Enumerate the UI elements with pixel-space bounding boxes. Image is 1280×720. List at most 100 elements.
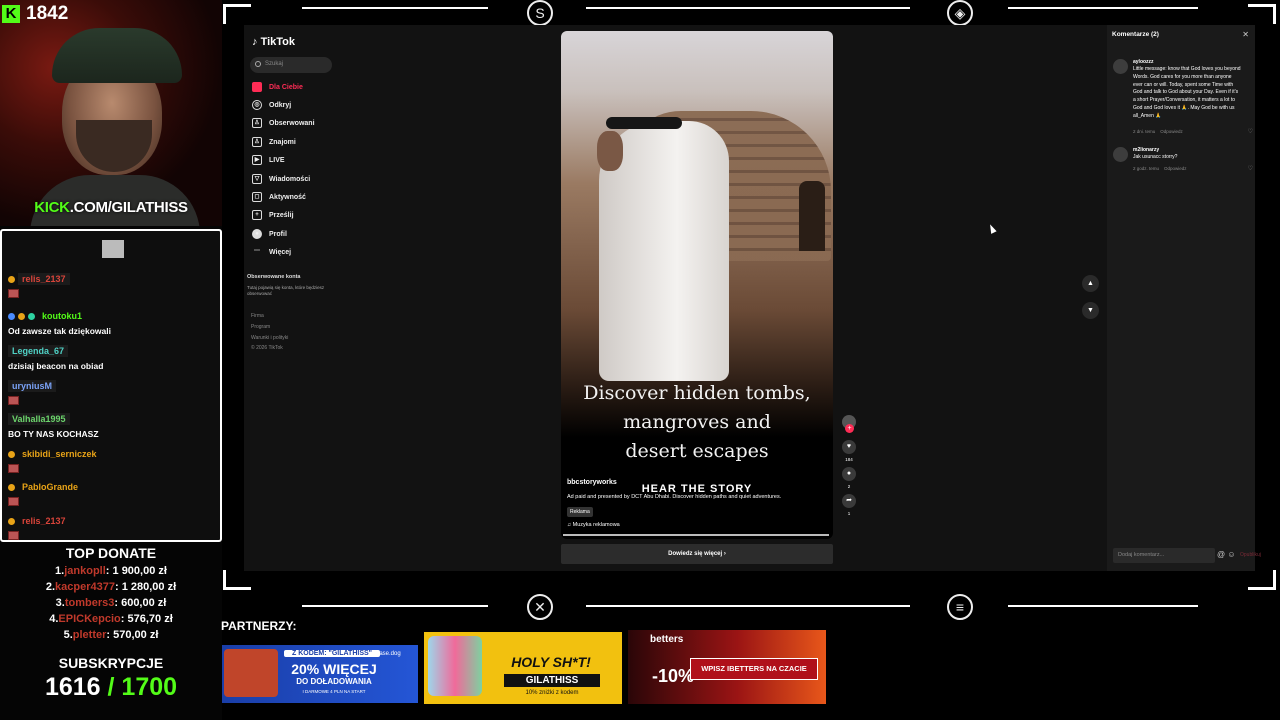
learn-more-button[interactable]: Dowiedz się więcej ›: [561, 544, 833, 564]
nav-item-activity[interactable]: ◻ Aktywność: [252, 190, 306, 204]
viewer-count: 1842: [26, 3, 69, 24]
chat-username: PabloGrande: [22, 482, 79, 492]
tiktok-logo[interactable]: ♪ TikTok: [252, 36, 295, 48]
promo-code: GILATHISS: [504, 674, 600, 687]
share-button[interactable]: ➦: [842, 494, 856, 508]
like-button[interactable]: ♥: [842, 440, 856, 454]
followed-accounts-desc: Tutaj pojawią się konta, które będziesz …: [247, 285, 325, 296]
kick-url-rest: .COM/GILATHISS: [69, 199, 188, 216]
video-player[interactable]: Discover hidden tombs, mangroves and des…: [561, 31, 833, 539]
chat-username: Valhalla1995: [8, 413, 70, 425]
comment-username[interactable]: m2lionarzy: [1133, 147, 1159, 153]
nav-item-more[interactable]: ⋯ Więcej: [252, 245, 291, 259]
partner-banner-holyshit[interactable]: HOLY SH*T! GILATHISS 10% zniżki z kodem: [424, 632, 622, 704]
comment-button[interactable]: ●: [842, 467, 856, 481]
video-headline: Discover hidden tombs, mangroves and des…: [561, 379, 833, 466]
nav-item-upload[interactable]: + Prześlij: [252, 208, 294, 222]
sponsor-logo-icon: ◈: [947, 0, 973, 26]
mention-icon[interactable]: @: [1217, 550, 1225, 559]
chevron-down-icon: ▼: [1087, 307, 1094, 314]
chat-username: koutoku1: [42, 311, 83, 321]
heart-icon[interactable]: ♡: [1248, 128, 1253, 135]
promo-big: 20% WIĘCEJ: [291, 661, 377, 677]
donor-amount: : 1 900,00 zł: [105, 565, 167, 577]
frame-corner: [1248, 4, 1276, 24]
more-icon: ⋯: [254, 248, 260, 254]
comment-meta: 2 godz. temu Odpowiedz: [1133, 166, 1187, 171]
avatar[interactable]: [1113, 59, 1128, 74]
tiktok-note-icon: ♪: [252, 36, 258, 48]
partner-banner-betters[interactable]: betters -10% WPISZ IBETTERS NA CZACIE: [628, 630, 826, 704]
video-figure-face: [597, 131, 623, 171]
chat-text: Od zawsze tak dziękowali: [8, 326, 111, 336]
emoji-icon[interactable]: ☺: [1227, 550, 1235, 559]
comment-input[interactable]: Dodaj komentarz...: [1113, 548, 1215, 563]
nav-item-live[interactable]: ▶ LIVE: [252, 153, 285, 167]
promo-sub: DO DOŁADOWANIA: [296, 677, 372, 686]
promo-button: WPISZ IBETTERS NA CZACIE: [690, 658, 818, 680]
comments-panel: Komentarze (2) ✕ ayloozzz Little message…: [1107, 25, 1261, 571]
comment-input-icons: @ ☺: [1217, 550, 1236, 559]
comment-time: 2 godz. temu: [1133, 166, 1160, 171]
tiktok-logo-text: TikTok: [260, 36, 295, 48]
partner-banner-casedog[interactable]: Z KODEM: "GILATHISS" 20% WIĘCEJ DO DOŁADO…: [222, 645, 418, 703]
donor-row: 2.kacper4377: 1 280,00 zł: [0, 579, 222, 595]
headline-line: mangroves and: [623, 411, 771, 433]
frame-line: [586, 605, 910, 607]
nav-item-profile[interactable]: ● Profil: [252, 227, 287, 241]
previous-video-button[interactable]: ▲: [1082, 275, 1099, 292]
partner-brand: betters: [650, 634, 684, 645]
footer-link-terms[interactable]: Warunki i polityki: [251, 335, 288, 341]
video-music[interactable]: ♫ Muzyka reklamowa: [567, 522, 620, 528]
chat-message: relis_2137: [8, 511, 218, 540]
chat-text: BO TY NAS KOCHASZ: [8, 429, 99, 439]
footer-link-program[interactable]: Program: [251, 324, 270, 330]
nav-item-for-you[interactable]: ⌂ Dla Ciebie: [252, 80, 303, 94]
frame-corner: [223, 570, 251, 590]
nav-item-following[interactable]: ♙ Obserwowani: [252, 116, 315, 130]
next-video-button[interactable]: ▼: [1082, 302, 1099, 319]
footer-copyright: © 2026 TikTok: [251, 345, 283, 351]
reply-link[interactable]: Odpowiedz: [1160, 129, 1183, 134]
donor-amount: : 570,00 zł: [106, 629, 159, 641]
home-icon: ⌂: [252, 82, 262, 92]
nav-item-explore[interactable]: ◎ Odkryj: [252, 98, 291, 112]
avatar[interactable]: [1113, 147, 1128, 162]
promo-code: Z KODEM: "GILATHISS": [284, 650, 380, 657]
frame-line: [302, 7, 488, 9]
donor-rank: 2.: [45, 581, 56, 593]
nav-item-messages[interactable]: ▽ Wiadomości: [252, 172, 310, 186]
promo-percent: -10%: [652, 666, 695, 686]
comment-username[interactable]: ayloozzz: [1133, 59, 1154, 65]
video-progress-bar[interactable]: [563, 534, 829, 536]
search-input[interactable]: Szukaj: [250, 57, 332, 73]
emote-icon: [8, 497, 19, 506]
nav-item-friends[interactable]: ♙ Znajomi: [252, 135, 296, 149]
donor-name: jankopll: [64, 565, 106, 577]
badge-icon: [8, 484, 15, 491]
footer-link-company[interactable]: Firma: [251, 313, 264, 319]
reply-link[interactable]: Odpowiedz: [1164, 166, 1187, 171]
friends-icon: ♙: [252, 137, 262, 147]
close-icon[interactable]: ✕: [1242, 30, 1249, 39]
follow-plus-icon[interactable]: +: [845, 424, 854, 433]
headline-line: desert escapes: [625, 440, 769, 462]
nav-label: Prześlij: [269, 211, 294, 219]
video-doorway: [799, 181, 825, 251]
chat-message: uryniusM: [8, 376, 218, 405]
chat-message: Legenda_67 dzisiaj beacon na obiad: [8, 341, 218, 371]
comment-text: Jak usunacc storry?: [1133, 154, 1178, 160]
frame-corner: [1248, 570, 1276, 590]
author-avatar[interactable]: +: [842, 415, 856, 433]
donor-row: 1.jankopll: 1 900,00 zł: [0, 563, 222, 579]
post-comment-button[interactable]: Opublikuj: [1240, 552, 1261, 558]
tiktok-window: ♪ TikTok Szukaj ⌂ Dla Ciebie ◎ Odkryj ♙ Obs…: [244, 25, 1261, 571]
heart-icon[interactable]: ♡: [1248, 165, 1253, 172]
chat-message: skibidi_serniczek: [8, 444, 218, 473]
badge-icon: [18, 313, 25, 320]
profile-icon: ●: [252, 229, 262, 239]
subs-current: 1616: [44, 673, 101, 701]
donor-amount: : 600,00 zł: [114, 597, 167, 609]
search-placeholder: Szukaj: [265, 61, 284, 67]
